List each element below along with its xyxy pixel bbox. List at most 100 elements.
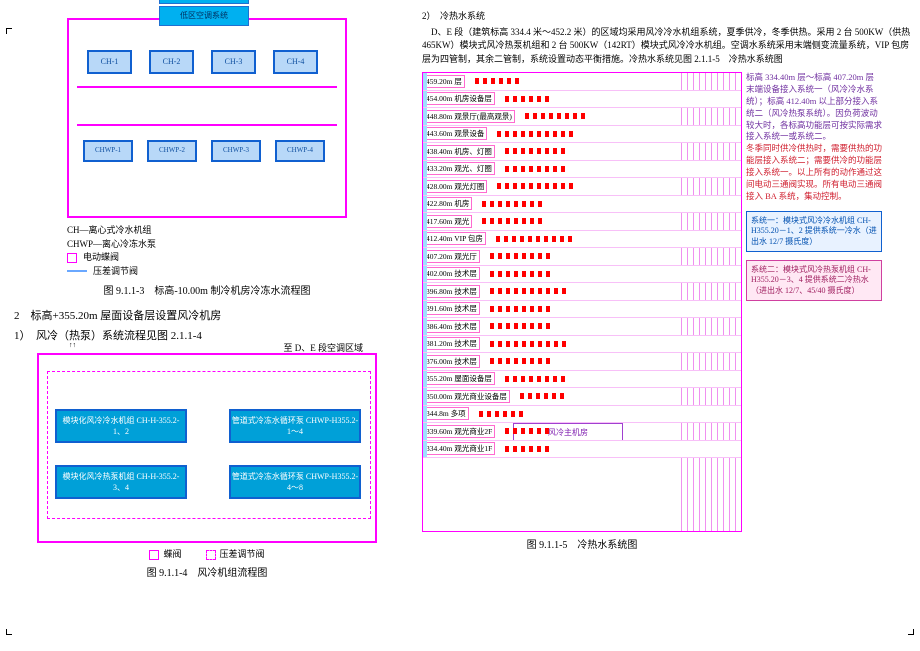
page: 板式热交换器 HX-1B4.4-1、2 低区空调系统 CH-1 CH-2 CH-… — [0, 0, 920, 651]
terminal-units — [491, 181, 741, 191]
pump-4: CHWP-4 — [275, 140, 325, 162]
floor-row: 428.00m 观光灯圈 — [423, 178, 741, 196]
figure-caption: 图 9.1.1-4 风冷机组流程图 — [8, 564, 406, 579]
chiller-4: CH-4 — [273, 50, 318, 74]
terminal-units — [499, 164, 741, 174]
inline-pump-module-b: 管道式冷冻水循环泵 CHWP-H355.2-4～8 — [229, 465, 361, 499]
terminal-units — [490, 234, 741, 244]
floor-label: 381.20m 技术层 — [423, 337, 480, 350]
floor-label: 459.20m 层 — [423, 75, 465, 88]
diagram-9-1-1-3: 板式热交换器 HX-1B4.4-1、2 低区空调系统 CH-1 CH-2 CH-… — [67, 18, 347, 218]
floor-row: 417.60m 观光 — [423, 213, 741, 231]
floor-row: 386.40m 技术层 — [423, 318, 741, 336]
note-main: 标高 334.40m 层～标高 407.20m 层末端设备接入系统一（风冷冷水系… — [746, 72, 882, 143]
floor-label: 412.40m VIP 包房 — [423, 232, 486, 245]
floor-row: 422.80m 机房 — [423, 196, 741, 214]
terminal-units — [484, 251, 741, 261]
diagram-9-1-1-5-wrap: 风冷主机房 459.20m 层454.00m 机房设备层448.80m 观景厅(… — [422, 72, 912, 532]
floor-row: 396.80m 技术层 — [423, 283, 741, 301]
dp-valve-symbol-icon — [67, 270, 87, 272]
body-paragraph: D、E 段（建筑标高 334.4 米～452.2 米）的区域均采用风冷冷水机组系… — [422, 26, 912, 67]
floor-label: 386.40m 技术层 — [423, 320, 480, 333]
terminal-units — [484, 304, 741, 314]
terminal-units — [499, 444, 741, 454]
section-2-heading: 2 标高+355.20m 屋面设备层设置风冷机房 — [14, 307, 406, 323]
low-zone-system-box: 低区空调系统 — [159, 6, 249, 26]
terminal-units — [484, 356, 741, 366]
terminal-units — [514, 391, 741, 401]
terminal-units — [476, 199, 741, 209]
pump-2: CHWP-2 — [147, 140, 197, 162]
floor-row: 459.20m 层 — [423, 73, 741, 91]
floor-label: 355.20m 屋面设备层 — [423, 372, 495, 385]
figure-caption: 图 9.1.1-3 标高-10.00m 制冷机房冷冻水流程图 — [8, 282, 406, 297]
floor-row: 443.60m 观景设备 — [423, 126, 741, 144]
arrow-mark-icon: ↑↑ — [69, 341, 76, 349]
floor-row: 407.20m 观光厅 — [423, 248, 741, 266]
to-zone-note: 至 D、E 段空调区域 — [284, 341, 364, 354]
inline-pump-module-a: 管道式冷冻水循环泵 CHWP-H355.2-1～4 — [229, 409, 361, 443]
return-pipe — [77, 124, 337, 126]
floor-label: 422.80m 机房 — [423, 197, 472, 210]
figure-caption: 图 9.1.1-5 冷热水系统图 — [422, 536, 742, 551]
terminal-units — [484, 269, 741, 279]
terminal-units — [484, 321, 741, 331]
floor-row: 344.8m 多项 — [423, 406, 741, 424]
diagram-2-legend: 蝶阀 压差调节阀 — [37, 547, 377, 560]
floor-row: 402.00m 技术层 — [423, 266, 741, 284]
terminal-units — [499, 94, 741, 104]
note-winter: 冬季同时供冷供热时，需要供热的功能层接入系统二；需要供冷的功能层接入系统一。以上… — [746, 143, 882, 202]
legend-text: 压差调节阀 — [220, 549, 265, 559]
terminal-units — [499, 146, 741, 156]
left-column: 板式热交换器 HX-1B4.4-1、2 低区空调系统 CH-1 CH-2 CH-… — [0, 0, 414, 651]
butterfly-valve-icon — [149, 550, 159, 560]
terminal-units — [469, 76, 741, 86]
legend-text: CHWP—离心冷冻水泵 — [67, 238, 156, 252]
floor-row: 355.20m 屋面设备层 — [423, 371, 741, 389]
floor-label: 443.60m 观景设备 — [423, 127, 487, 140]
floor-label: 344.8m 多项 — [423, 407, 469, 420]
legend-text: 压差调节阀 — [93, 265, 138, 279]
pump-3: CHWP-3 — [211, 140, 261, 162]
floor-label: 417.60m 观光 — [423, 215, 472, 228]
callout-system-2: 系统二：模块式风冷热泵机组 CH-H355.20－3、4 提供系统二冷热水（进出… — [746, 260, 882, 301]
air-cooled-chiller-module: 模块化风冷冷水机组 CH-H-355.2-1、2 — [55, 409, 187, 443]
floor-row: 412.40m VIP 包房 — [423, 231, 741, 249]
legend-text: 蝶阀 — [163, 549, 181, 559]
side-notes: 标高 334.40m 层～标高 407.20m 层末端设备接入系统一（风冷冷水系… — [742, 72, 882, 532]
callout-system-1: 系统一：模块式风冷冷水机组 CH-H355.20－1、2 提供系统一冷水（进出水… — [746, 211, 882, 252]
floor-label: 438.40m 机房、灯圈 — [423, 145, 495, 158]
chw-system-riser-diagram: 风冷主机房 459.20m 层454.00m 机房设备层448.80m 观景厅(… — [422, 72, 742, 532]
floor-label: 407.20m 观光厅 — [423, 250, 480, 263]
floor-label: 428.00m 观光灯圈 — [423, 180, 487, 193]
floor-label: 433.20m 观光、灯圈 — [423, 162, 495, 175]
floor-label: 350.00m 观光商业设备层 — [423, 390, 510, 403]
floor-label: 376.00m 技术层 — [423, 355, 480, 368]
terminal-units — [484, 286, 741, 296]
floor-row: 334.40m 观光商业1F — [423, 441, 741, 459]
floor-label: 391.60m 技术层 — [423, 302, 480, 315]
dp-valve-icon — [206, 550, 216, 560]
terminal-units — [499, 426, 741, 436]
air-cooled-heatpump-module: 模块化风冷热泵机组 CH-H-355.2-3、4 — [55, 465, 187, 499]
floor-row: 438.40m 机房、灯圈 — [423, 143, 741, 161]
pump-1: CHWP-1 — [83, 140, 133, 162]
floor-row: 350.00m 观光商业设备层 — [423, 388, 741, 406]
terminal-units — [491, 129, 741, 139]
floor-row: 433.20m 观光、灯圈 — [423, 161, 741, 179]
floor-row: 381.20m 技术层 — [423, 336, 741, 354]
terminal-units — [519, 111, 741, 121]
floor-label: 402.00m 技术层 — [423, 267, 480, 280]
right-column: 2） 冷热水系统 D、E 段（建筑标高 334.4 米～452.2 米）的区域均… — [414, 0, 920, 651]
chiller-1: CH-1 — [87, 50, 132, 74]
floor-label: 454.00m 机房设备层 — [423, 92, 495, 105]
heat-exchanger-box: 板式热交换器 HX-1B4.4-1、2 — [159, 0, 249, 4]
floor-row: 448.80m 观景厅(最高观景) — [423, 108, 741, 126]
terminal-units — [499, 374, 741, 384]
supply-pipe — [77, 86, 337, 88]
subsection-heading: 2） 冷热水系统 — [422, 10, 912, 24]
legend-text: CH—离心式冷水机组 — [67, 224, 152, 238]
floor-row: 454.00m 机房设备层 — [423, 91, 741, 109]
diagram-1-legend: CH—离心式冷水机组 CHWP—离心冷冻水泵 电动蝶阀 压差调节阀 — [67, 224, 347, 278]
floor-label: 339.60m 观光商业2F — [423, 425, 495, 438]
